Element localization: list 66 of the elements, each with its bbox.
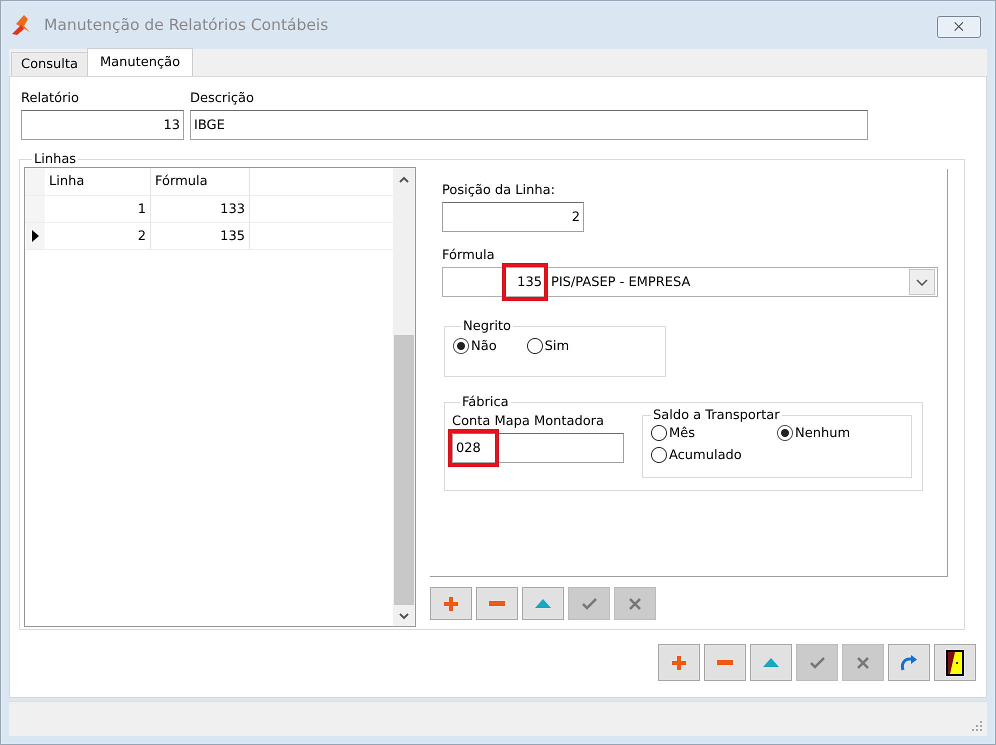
- plus-icon: [444, 596, 458, 610]
- redo-icon: [900, 654, 918, 670]
- table-cell: 1: [45, 196, 151, 222]
- radio-button[interactable]: [651, 447, 667, 463]
- input-field[interactable]: 028: [452, 433, 624, 463]
- add-button[interactable]: [658, 644, 700, 681]
- radio-label: Não: [471, 338, 497, 354]
- group-title: Linhas: [33, 152, 78, 167]
- group-title: Negrito: [462, 319, 512, 334]
- tab[interactable]: Consulta: [11, 52, 88, 76]
- input-field[interactable]: 13: [21, 110, 184, 140]
- window-title: Manutenção de Relatórios Contábeis: [44, 16, 328, 34]
- table-cell: 133: [151, 196, 250, 222]
- dropdown-button[interactable]: [909, 269, 935, 295]
- formula-combobox[interactable]: 135 PIS/PASEP - EMPRESA: [442, 267, 938, 297]
- table-cell: 135: [151, 223, 250, 249]
- table-cell: 2: [45, 223, 151, 249]
- column-header[interactable]: Fórmula: [151, 168, 250, 195]
- minus-icon: [717, 660, 733, 665]
- radio-label: Acumulado: [669, 448, 742, 462]
- input-field[interactable]: 2: [442, 202, 584, 232]
- radio-label: Mês: [669, 426, 695, 440]
- radio-label: Nenhum: [795, 426, 850, 440]
- field-label: Fórmula: [442, 248, 495, 263]
- plus-icon: [672, 656, 686, 670]
- radio-button[interactable]: [453, 338, 469, 354]
- redo-button[interactable]: [888, 644, 930, 681]
- formula-description: PIS/PASEP - EMPRESA: [550, 274, 692, 290]
- field-label: Posição da Linha:: [442, 183, 555, 198]
- resize-grip-icon: [972, 721, 983, 732]
- input-field[interactable]: IBGE: [190, 110, 868, 140]
- close-button[interactable]: ⨉: [937, 16, 981, 38]
- row-header-cell[interactable]: [25, 196, 45, 222]
- radio-button[interactable]: [777, 425, 793, 441]
- radio-label: Sim: [544, 338, 570, 354]
- up-button[interactable]: [750, 644, 792, 681]
- row-indicator-icon: [32, 230, 38, 242]
- scroll-thumb[interactable]: [394, 335, 414, 605]
- radio-button[interactable]: [526, 338, 543, 354]
- field-label: Relatório: [21, 91, 79, 106]
- x-icon: [857, 656, 869, 668]
- field-label: Descrição: [190, 91, 254, 106]
- checkmark-icon: [582, 598, 596, 610]
- remove-button[interactable]: [476, 587, 518, 620]
- field-label: Conta Mapa Montadora: [452, 414, 604, 429]
- scroll-up-icon[interactable]: [399, 176, 409, 183]
- group-title: Fábrica: [461, 395, 510, 410]
- exit-button[interactable]: [934, 644, 976, 681]
- checkmark-icon: [810, 656, 824, 668]
- formula-code: 135: [443, 268, 547, 296]
- scrollbar[interactable]: [393, 168, 415, 626]
- tab[interactable]: Manutenção: [86, 48, 194, 76]
- add-button[interactable]: [430, 587, 472, 620]
- column-header[interactable]: Linha: [45, 168, 151, 195]
- scroll-down-icon[interactable]: [399, 613, 409, 620]
- door-icon: [946, 650, 964, 676]
- x-icon: [629, 598, 641, 610]
- triangle-up-icon: [535, 599, 551, 608]
- radio-button[interactable]: [651, 425, 667, 441]
- up-button[interactable]: [522, 587, 564, 620]
- remove-button[interactable]: [704, 644, 746, 681]
- row-header-cell[interactable]: [25, 223, 45, 249]
- group-title: Saldo a Transportar: [652, 408, 781, 423]
- minus-icon: [489, 601, 505, 606]
- triangle-up-icon: [763, 658, 779, 667]
- chevron-down-icon: [916, 278, 928, 286]
